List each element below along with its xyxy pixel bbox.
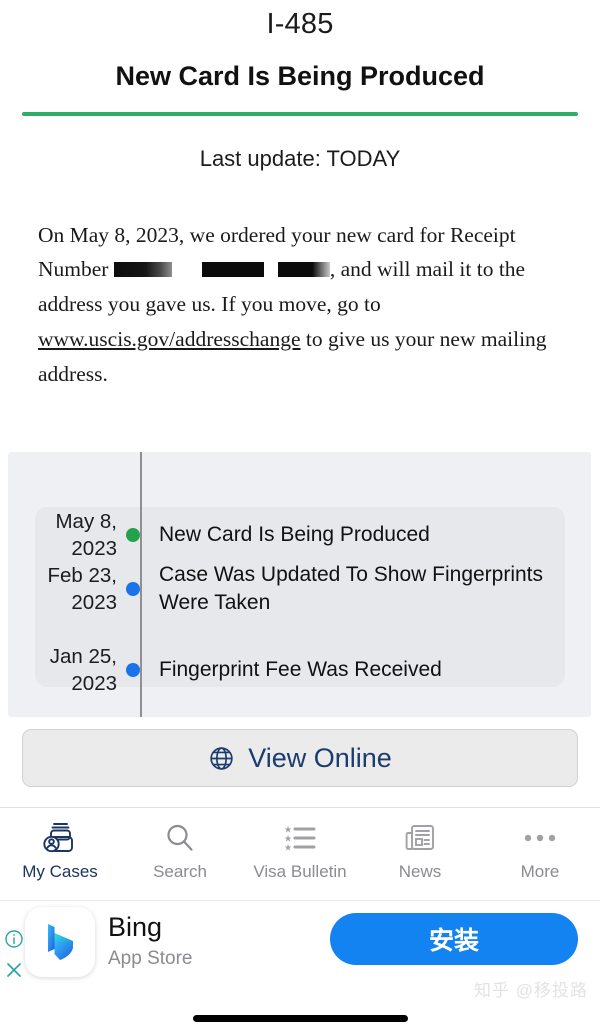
timeline-event-label: Case Was Updated To Show Fingerprints We… [159,563,544,615]
redaction-bar-1 [113,262,172,278]
timeline-item[interactable]: May 8, 2023 New Card Is Being Produced [0,508,583,562]
tab-label: My Cases [22,862,98,881]
timeline-dot-icon [126,663,140,678]
globe-icon [208,745,235,772]
timeline-item[interactable]: Feb 23, 2023 Case Was Updated To Show Fi… [0,561,583,618]
search-icon [164,821,196,855]
watermark: 知乎 @移投路 [474,981,588,1000]
bottom-tab-bar: My Cases Search ★ ★ ★ Visa Bulletin News… [0,807,600,900]
tab-label: News [398,862,442,881]
case-status-title: New Card Is Being Produced [115,61,485,92]
timeline-date: Jan 25, 2023 [0,643,125,697]
svg-text:★: ★ [284,844,292,853]
view-online-label: View Online [248,742,392,773]
tab-label: Visa Bulletin [253,862,347,881]
timeline-date-line1: May 8, [55,510,117,533]
page-title: I-485 [266,8,334,40]
timeline-event-label: Fingerprint Fee Was Received [159,657,442,681]
ad-title: Bing [108,912,163,942]
case-description-paragraph: On May 8, 2023, we ordered your new card… [38,218,562,392]
timeline-date-line2: 2023 [71,537,117,561]
tab-visa-bulletin[interactable]: ★ ★ ★ Visa Bulletin [240,808,360,900]
timeline-date-line1: Feb 23, [47,564,117,588]
timeline-date: Feb 23, 2023 [0,562,125,616]
ad-banner[interactable]: Bing App Store 安装 [0,900,600,977]
timeline-date-line2: 2023 [71,591,117,615]
view-online-button[interactable]: View Online [22,729,578,787]
timeline-event-label: New Card Is Being Produced [159,522,430,546]
ellipsis-icon [523,821,557,855]
cases-person-icon [42,821,78,855]
timeline-item[interactable]: Jan 25, 2023 Fingerprint Fee Was Receive… [0,643,583,697]
green-divider [22,111,578,116]
newspaper-icon [404,821,436,855]
timeline-date-line2: 2023 [71,672,117,696]
info-circle-icon[interactable] [4,929,24,954]
star-list-icon: ★ ★ ★ [283,821,317,855]
bing-logo-icon [25,907,95,977]
install-button-label: 安装 [428,927,479,955]
redaction-bar-3 [277,262,330,278]
address-change-link[interactable]: www.uscis.gov/addresschange [38,327,301,351]
tab-my-cases[interactable]: My Cases [0,808,120,900]
tab-search[interactable]: Search [120,808,240,900]
tab-label: Search [153,862,207,881]
app-screen: I-485 New Card Is Being Produced Last up… [0,0,600,1035]
tab-label: More [520,862,560,881]
ad-badges [4,929,24,985]
close-icon[interactable] [4,960,24,985]
home-indicator[interactable] [193,1015,408,1022]
timeline-date-line1: Jan 25, [49,645,117,668]
redaction-bar-2 [201,262,264,278]
tab-more[interactable]: More [480,808,600,900]
install-button[interactable]: 安装 [330,913,578,965]
ad-text-block: Bing App Store [108,913,193,970]
timeline-date: May 8, 2023 [0,508,125,562]
last-update-text: Last update: TODAY [199,145,401,171]
timeline-dot-icon [126,582,140,597]
timeline-dot-icon [126,528,140,543]
ad-subtitle: App Store [108,948,193,970]
tab-news[interactable]: News [360,808,480,900]
